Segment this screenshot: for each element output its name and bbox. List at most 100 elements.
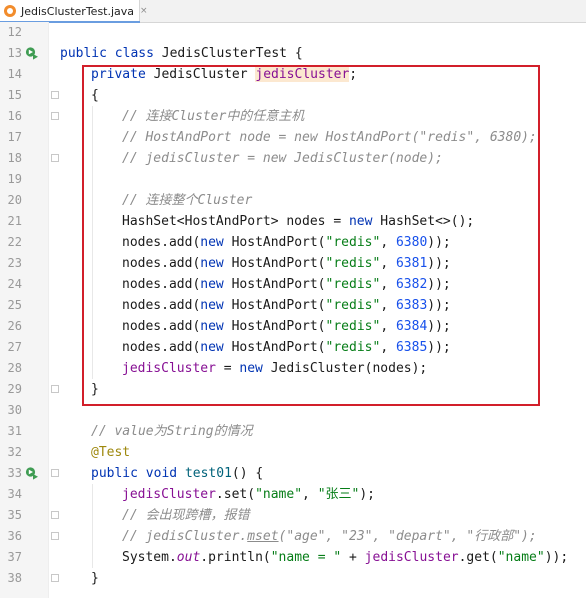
run-test-icon[interactable] [25, 466, 39, 480]
line-number: 34 [7, 487, 22, 501]
code-line[interactable]: // jedisCluster.mset("age", "23", "depar… [122, 526, 537, 547]
code-token: out [176, 550, 201, 565]
code-token: )); [427, 340, 451, 355]
line-number: 33 [7, 466, 22, 480]
line-number: 17 [7, 130, 22, 144]
indent-guide [92, 106, 93, 379]
fold-marker[interactable] [51, 154, 59, 162]
code-token: new [200, 298, 232, 313]
code-token: nodes.add( [122, 235, 201, 250]
code-token: public [60, 46, 115, 61]
code-token: = [215, 361, 240, 376]
code-token: .set( [215, 487, 256, 502]
code-line[interactable]: nodes.add(new HostAndPort("redis", 6381)… [122, 253, 451, 274]
code-token: "redis" [325, 319, 381, 334]
code-line[interactable]: @Test [91, 442, 130, 463]
code-token: 6382 [395, 277, 428, 292]
code-token: "张三" [317, 487, 360, 502]
line-number: 20 [7, 193, 22, 207]
code-token: "name = " [270, 550, 342, 565]
code-token: 6381 [395, 256, 428, 271]
line-number: 19 [7, 172, 22, 186]
code-token: // 会出现跨槽，报错 [122, 508, 250, 523]
code-token: "name" [497, 550, 545, 565]
code-line[interactable]: } [91, 568, 99, 589]
fold-marker[interactable] [51, 112, 59, 120]
code-token: , [380, 340, 396, 355]
code-token: )); [427, 277, 451, 292]
code-token: jedisCluster [255, 67, 350, 82]
code-token: new [200, 319, 232, 334]
line-number: 29 [7, 382, 22, 396]
code-token: private [91, 67, 154, 82]
code-token: // 连接Cluster中的任意主机 [122, 109, 305, 124]
code-line[interactable]: System.out.println("name = " + jedisClus… [122, 547, 568, 568]
code-line[interactable]: public class JedisClusterTest { [60, 43, 303, 64]
code-token: ("age", "23", "depart", "行政部"); [278, 529, 537, 544]
code-line[interactable]: } [91, 379, 99, 400]
fold-marker[interactable] [51, 574, 59, 582]
code-token: nodes.add( [122, 256, 201, 271]
tab-jedisclustertest[interactable]: JedisClusterTest.java × [0, 0, 148, 23]
code-token: nodes.add( [122, 277, 201, 292]
code-line[interactable]: private JedisCluster jedisCluster; [91, 64, 357, 85]
code-line[interactable]: nodes.add(new HostAndPort("redis", 6380)… [122, 232, 451, 253]
code-token: mset [247, 529, 279, 544]
line-number: 38 [7, 571, 22, 585]
code-token: .println( [200, 550, 271, 565]
code-token: public [91, 466, 146, 481]
code-line[interactable]: // value为String的情况 [91, 421, 253, 442]
code-line[interactable]: HashSet<HostAndPort> nodes = new HashSet… [122, 211, 474, 232]
code-token: "redis" [325, 277, 381, 292]
code-line[interactable]: jedisCluster = new JedisCluster(nodes); [122, 358, 427, 379]
line-number: 24 [7, 277, 22, 291]
run-test-icon[interactable] [25, 46, 39, 60]
line-number: 16 [7, 109, 22, 123]
code-line[interactable]: { [91, 85, 99, 106]
code-line[interactable]: nodes.add(new HostAndPort("redis", 6383)… [122, 295, 451, 316]
code-token: class [114, 46, 162, 61]
code-token: nodes.add( [122, 319, 201, 334]
code-token: new [348, 214, 381, 229]
code-line[interactable]: nodes.add(new HostAndPort("redis", 6382)… [122, 274, 451, 295]
code-token: , [380, 256, 396, 271]
fold-marker[interactable] [51, 385, 59, 393]
fold-marker[interactable] [51, 91, 59, 99]
code-token: , [380, 298, 396, 313]
line-number: 22 [7, 235, 22, 249]
indent-guide [92, 484, 93, 568]
code-line[interactable]: jedisCluster.set("name", "张三"); [122, 484, 375, 505]
code-token: HostAndPort( [231, 235, 326, 250]
line-number: 14 [7, 67, 22, 81]
code-token: , [380, 235, 396, 250]
code-line[interactable]: // 连接Cluster中的任意主机 [122, 106, 304, 127]
code-line[interactable]: public void test01() { [91, 463, 263, 484]
code-token: HashSet<>(); [380, 214, 475, 229]
java-class-icon [4, 5, 16, 17]
fold-marker[interactable] [51, 469, 59, 477]
code-token: JedisClusterTest { [161, 46, 303, 61]
code-token: "redis" [325, 235, 381, 250]
code-line[interactable]: // 连接整个Cluster [122, 190, 252, 211]
code-token: )); [427, 235, 451, 250]
close-icon[interactable]: × [140, 6, 148, 16]
code-token: 6385 [395, 340, 428, 355]
line-number: 36 [7, 529, 22, 543]
code-token: "redis" [325, 256, 381, 271]
line-number: 37 [7, 550, 22, 564]
fold-marker[interactable] [51, 511, 59, 519]
code-line[interactable]: // HostAndPort node = new HostAndPort("r… [122, 127, 537, 148]
code-line[interactable]: nodes.add(new HostAndPort("redis", 6385)… [122, 337, 451, 358]
code-token: "redis" [325, 340, 381, 355]
code-token: void [145, 466, 185, 481]
code-line[interactable]: // jedisCluster = new JedisCluster(node)… [122, 148, 443, 169]
code-token: nodes.add( [122, 298, 201, 313]
line-number: 35 [7, 508, 22, 522]
code-token: // jedisCluster = new JedisCluster(node)… [122, 151, 443, 166]
fold-marker[interactable] [51, 532, 59, 540]
code-line[interactable]: nodes.add(new HostAndPort("redis", 6384)… [122, 316, 451, 337]
code-token: System. [122, 550, 177, 565]
code-token: new [200, 256, 232, 271]
code-line[interactable]: // 会出现跨槽，报错 [122, 505, 249, 526]
code-token: test01 [184, 466, 232, 481]
